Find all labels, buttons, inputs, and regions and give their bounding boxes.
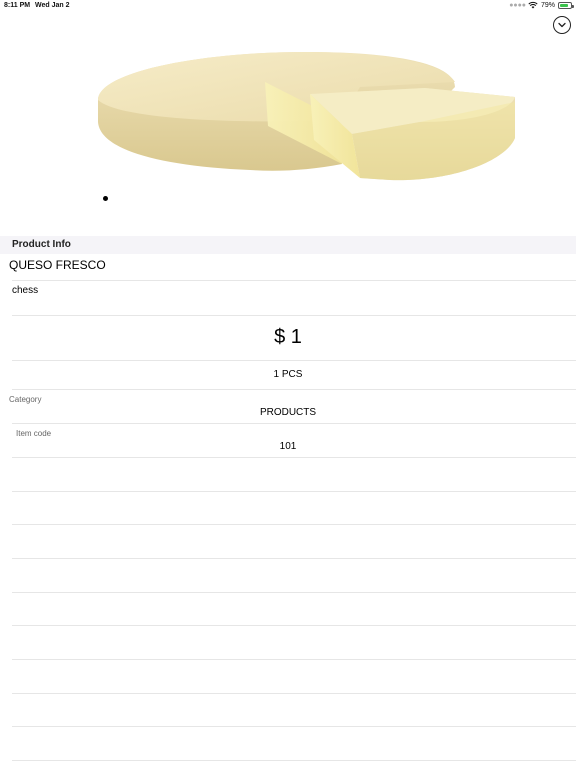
divider [12,558,576,559]
collapse-button[interactable] [553,16,571,34]
category-label: Category [9,395,42,404]
item-code-value: 101 [279,441,297,452]
item-code-label: Item code [16,429,52,438]
divider [12,389,576,390]
divider [12,280,576,281]
divider [12,423,576,424]
divider [12,726,576,727]
divider [12,524,576,525]
divider [12,760,576,761]
status-time: 8:11 PM [4,2,31,9]
section-header-product-info: Product Info [0,236,576,254]
product-quantity: 1 PCS [273,369,303,380]
cellular-dots-icon: ● ● ● ● [509,1,526,9]
wifi-icon [528,1,538,9]
divider [12,659,576,660]
image-pager-dot[interactable] [103,196,108,201]
status-date: Wed Jan 2 [35,2,70,9]
divider [12,625,576,626]
category-value: PRODUCTS [259,407,317,418]
divider [12,315,576,316]
battery-icon [558,1,574,9]
status-right: ● ● ● ● 79% [509,1,574,9]
product-name: QUESO FRESCO [9,258,106,272]
divider [12,693,576,694]
product-description: chess [12,285,39,296]
cheese-wheel-image [98,52,515,181]
divider [12,491,576,492]
divider [12,457,576,458]
status-bar: 8:11 PM Wed Jan 2 ● ● ● ● 79% [0,0,576,12]
product-price: $ 1 [274,326,302,348]
chevron-down-icon [558,22,566,28]
divider [12,360,576,361]
battery-fill [560,3,568,7]
divider [12,592,576,593]
battery-percent: 79% [540,1,555,9]
